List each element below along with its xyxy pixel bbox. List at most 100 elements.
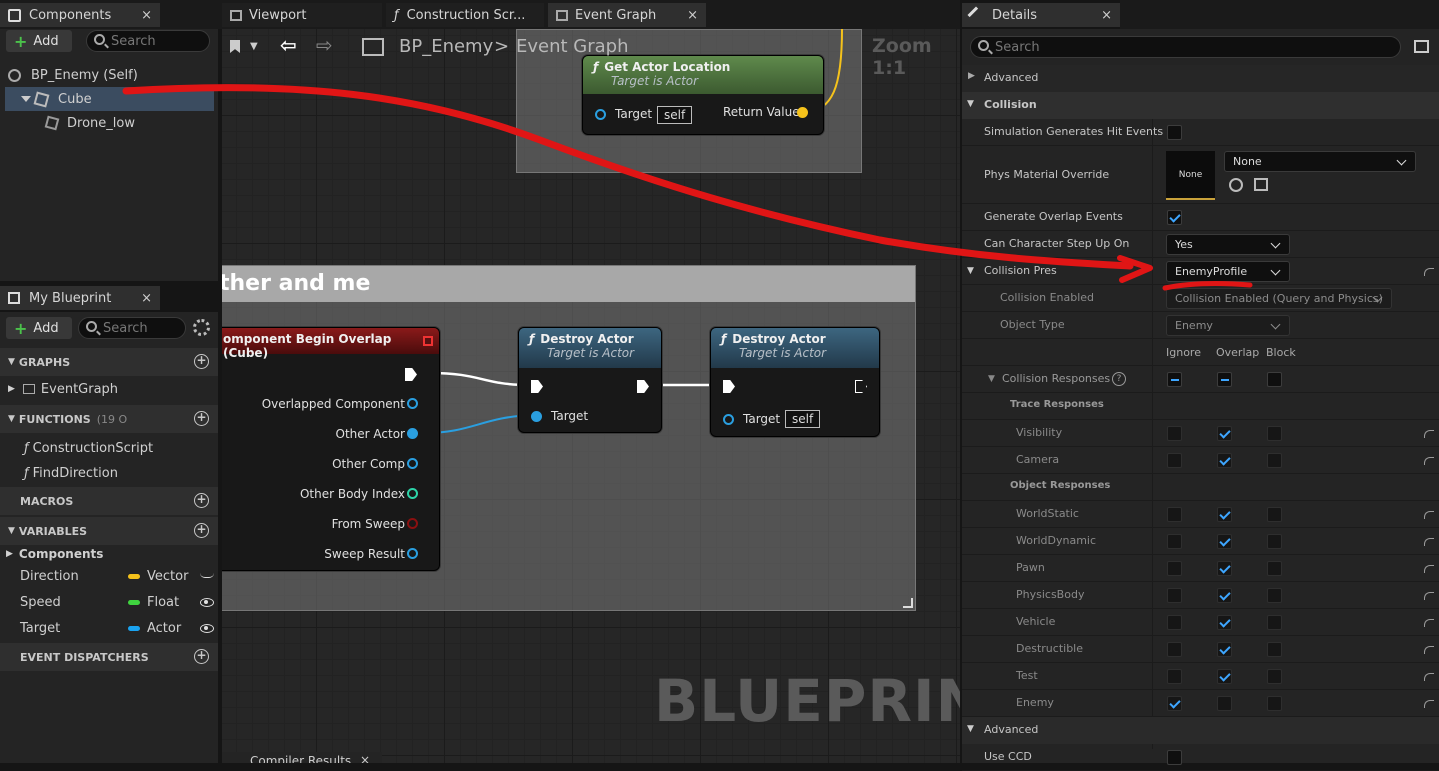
overlap-checkbox[interactable] <box>1217 669 1232 684</box>
overlap-checkbox[interactable] <box>1217 534 1232 549</box>
reset-to-default-icon[interactable] <box>1424 565 1434 573</box>
graphs-section[interactable]: ▼ GRAPHS + <box>0 348 218 376</box>
target-pin[interactable] <box>531 411 542 422</box>
hierarchy-icon[interactable] <box>362 38 384 56</box>
breadcrumb-root[interactable]: BP_Enemy <box>399 36 493 57</box>
graph-item-eventgraph[interactable]: ▶ EventGraph <box>0 377 218 401</box>
object-type-dropdown[interactable]: Enemy <box>1166 315 1290 336</box>
overlapped-component-pin[interactable] <box>407 398 418 409</box>
ignore-all-checkbox[interactable] <box>1167 372 1182 387</box>
material-thumbnail[interactable]: None <box>1166 151 1215 200</box>
use-selected-icon[interactable] <box>1229 178 1243 192</box>
exec-out-pin[interactable] <box>855 380 867 393</box>
my-blueprint-search-input[interactable]: Search <box>78 317 186 339</box>
ignore-checkbox[interactable] <box>1167 588 1182 603</box>
delegate-pin-icon[interactable] <box>423 336 433 346</box>
reset-to-default-icon[interactable] <box>1424 646 1434 654</box>
overlap-checkbox[interactable] <box>1217 507 1232 522</box>
my-blueprint-tab[interactable]: My Blueprint × <box>0 286 160 310</box>
advanced-category-top[interactable]: ▶ Advanced <box>962 65 1439 92</box>
settings-gear-icon[interactable] <box>193 319 210 336</box>
forward-arrow-icon[interactable]: ⇨ <box>316 33 333 57</box>
overlap-all-checkbox[interactable] <box>1217 372 1232 387</box>
ignore-checkbox[interactable] <box>1167 561 1182 576</box>
function-item-constructionscript[interactable]: ƒ ConstructionScript <box>0 436 218 460</box>
return-value-pin[interactable] <box>797 107 808 118</box>
ignore-checkbox[interactable] <box>1167 507 1182 522</box>
overlap-checkbox[interactable] <box>1217 588 1232 603</box>
reset-to-default-icon[interactable] <box>1424 457 1434 465</box>
tree-item-drone[interactable]: Drone_low <box>0 111 214 135</box>
overlap-checkbox[interactable] <box>1217 561 1232 576</box>
block-checkbox[interactable] <box>1267 615 1282 630</box>
other-comp-pin[interactable] <box>407 458 418 469</box>
reset-to-default-icon[interactable] <box>1424 592 1434 600</box>
add-dispatcher-icon[interactable]: + <box>194 649 209 664</box>
node-destroy-actor-2[interactable]: ƒ Destroy Actor Target is Actor Target se… <box>710 327 880 437</box>
tree-item-cube[interactable]: Cube <box>5 87 214 111</box>
block-checkbox[interactable] <box>1267 642 1282 657</box>
overlap-checkbox[interactable] <box>1217 615 1232 630</box>
block-checkbox[interactable] <box>1267 534 1282 549</box>
reset-to-default-icon[interactable] <box>1424 430 1434 438</box>
advanced-category-bottom[interactable]: ▼ Advanced <box>962 717 1439 744</box>
collision-category[interactable]: ▼ Collision <box>962 92 1439 119</box>
ignore-checkbox[interactable] <box>1167 642 1182 657</box>
overlap-checkbox[interactable] <box>1217 453 1232 468</box>
block-checkbox[interactable] <box>1267 453 1282 468</box>
overlap-checkbox[interactable] <box>1217 696 1232 711</box>
close-icon[interactable]: × <box>141 291 152 306</box>
target-pin[interactable] <box>723 414 734 425</box>
close-icon[interactable]: × <box>1101 8 1112 23</box>
overlap-checkbox[interactable] <box>1217 426 1232 441</box>
add-variable-icon[interactable]: + <box>194 523 209 538</box>
overlap-checkbox[interactable] <box>1217 642 1232 657</box>
exec-in-pin[interactable] <box>723 380 735 393</box>
block-checkbox[interactable] <box>1267 588 1282 603</box>
reset-to-default-icon[interactable] <box>1424 619 1434 627</box>
block-checkbox[interactable] <box>1267 696 1282 711</box>
block-checkbox[interactable] <box>1267 669 1282 684</box>
add-member-button[interactable]: + Add <box>6 317 72 339</box>
self-input[interactable]: self <box>657 106 693 124</box>
reset-to-default-icon[interactable] <box>1424 511 1434 519</box>
variable-item-speed[interactable]: Speed Float <box>0 590 218 614</box>
reset-to-default-icon[interactable] <box>1424 673 1434 681</box>
browse-icon[interactable] <box>1254 178 1268 191</box>
variable-item-target[interactable]: Target Actor <box>0 616 218 640</box>
other-actor-pin[interactable] <box>407 428 418 439</box>
function-item-finddirection[interactable]: ƒ FindDirection <box>0 461 218 485</box>
exec-out-pin[interactable] <box>637 380 649 393</box>
ignore-checkbox[interactable] <box>1167 534 1182 549</box>
reset-to-default-icon[interactable] <box>1424 538 1434 546</box>
chevron-down-icon[interactable]: ▼ <box>250 41 258 52</box>
add-macro-icon[interactable]: + <box>194 493 209 508</box>
close-icon[interactable]: × <box>360 753 370 763</box>
details-tab[interactable]: Details × <box>962 3 1120 27</box>
tab-viewport[interactable]: Viewport <box>222 3 382 27</box>
exec-out-pin[interactable] <box>405 368 417 381</box>
generate-overlap-checkbox[interactable] <box>1167 210 1182 225</box>
ignore-checkbox[interactable] <box>1167 426 1182 441</box>
variable-item-direction[interactable]: Direction Vector <box>0 564 218 588</box>
bookmark-icon[interactable] <box>230 40 240 53</box>
block-all-checkbox[interactable] <box>1267 372 1282 387</box>
phys-material-dropdown[interactable]: None <box>1224 151 1416 172</box>
add-component-button[interactable]: + Add <box>6 30 72 52</box>
sweep-result-pin[interactable] <box>407 548 418 559</box>
reset-to-default-icon[interactable] <box>1424 700 1434 708</box>
block-checkbox[interactable] <box>1267 507 1282 522</box>
block-checkbox[interactable] <box>1267 426 1282 441</box>
functions-section[interactable]: ▼ FUNCTIONS (19 O + <box>0 405 218 433</box>
event-dispatchers-section[interactable]: EVENT DISPATCHERS + <box>0 643 218 671</box>
ignore-checkbox[interactable] <box>1167 615 1182 630</box>
components-search-input[interactable]: Search <box>86 30 210 52</box>
from-sweep-pin[interactable] <box>407 518 418 529</box>
node-get-actor-location[interactable]: ƒ Get Actor Location Target is Actor Targ… <box>582 55 824 135</box>
collision-enabled-dropdown[interactable]: Collision Enabled (Query and Physics) <box>1166 288 1392 309</box>
node-destroy-actor-1[interactable]: ƒ Destroy Actor Target is Actor Target <box>518 327 662 433</box>
eye-icon[interactable] <box>200 624 214 633</box>
variables-section[interactable]: ▼ VARIABLES + <box>0 517 218 545</box>
components-tab[interactable]: Components × <box>0 3 160 27</box>
target-pin[interactable] <box>595 109 606 120</box>
